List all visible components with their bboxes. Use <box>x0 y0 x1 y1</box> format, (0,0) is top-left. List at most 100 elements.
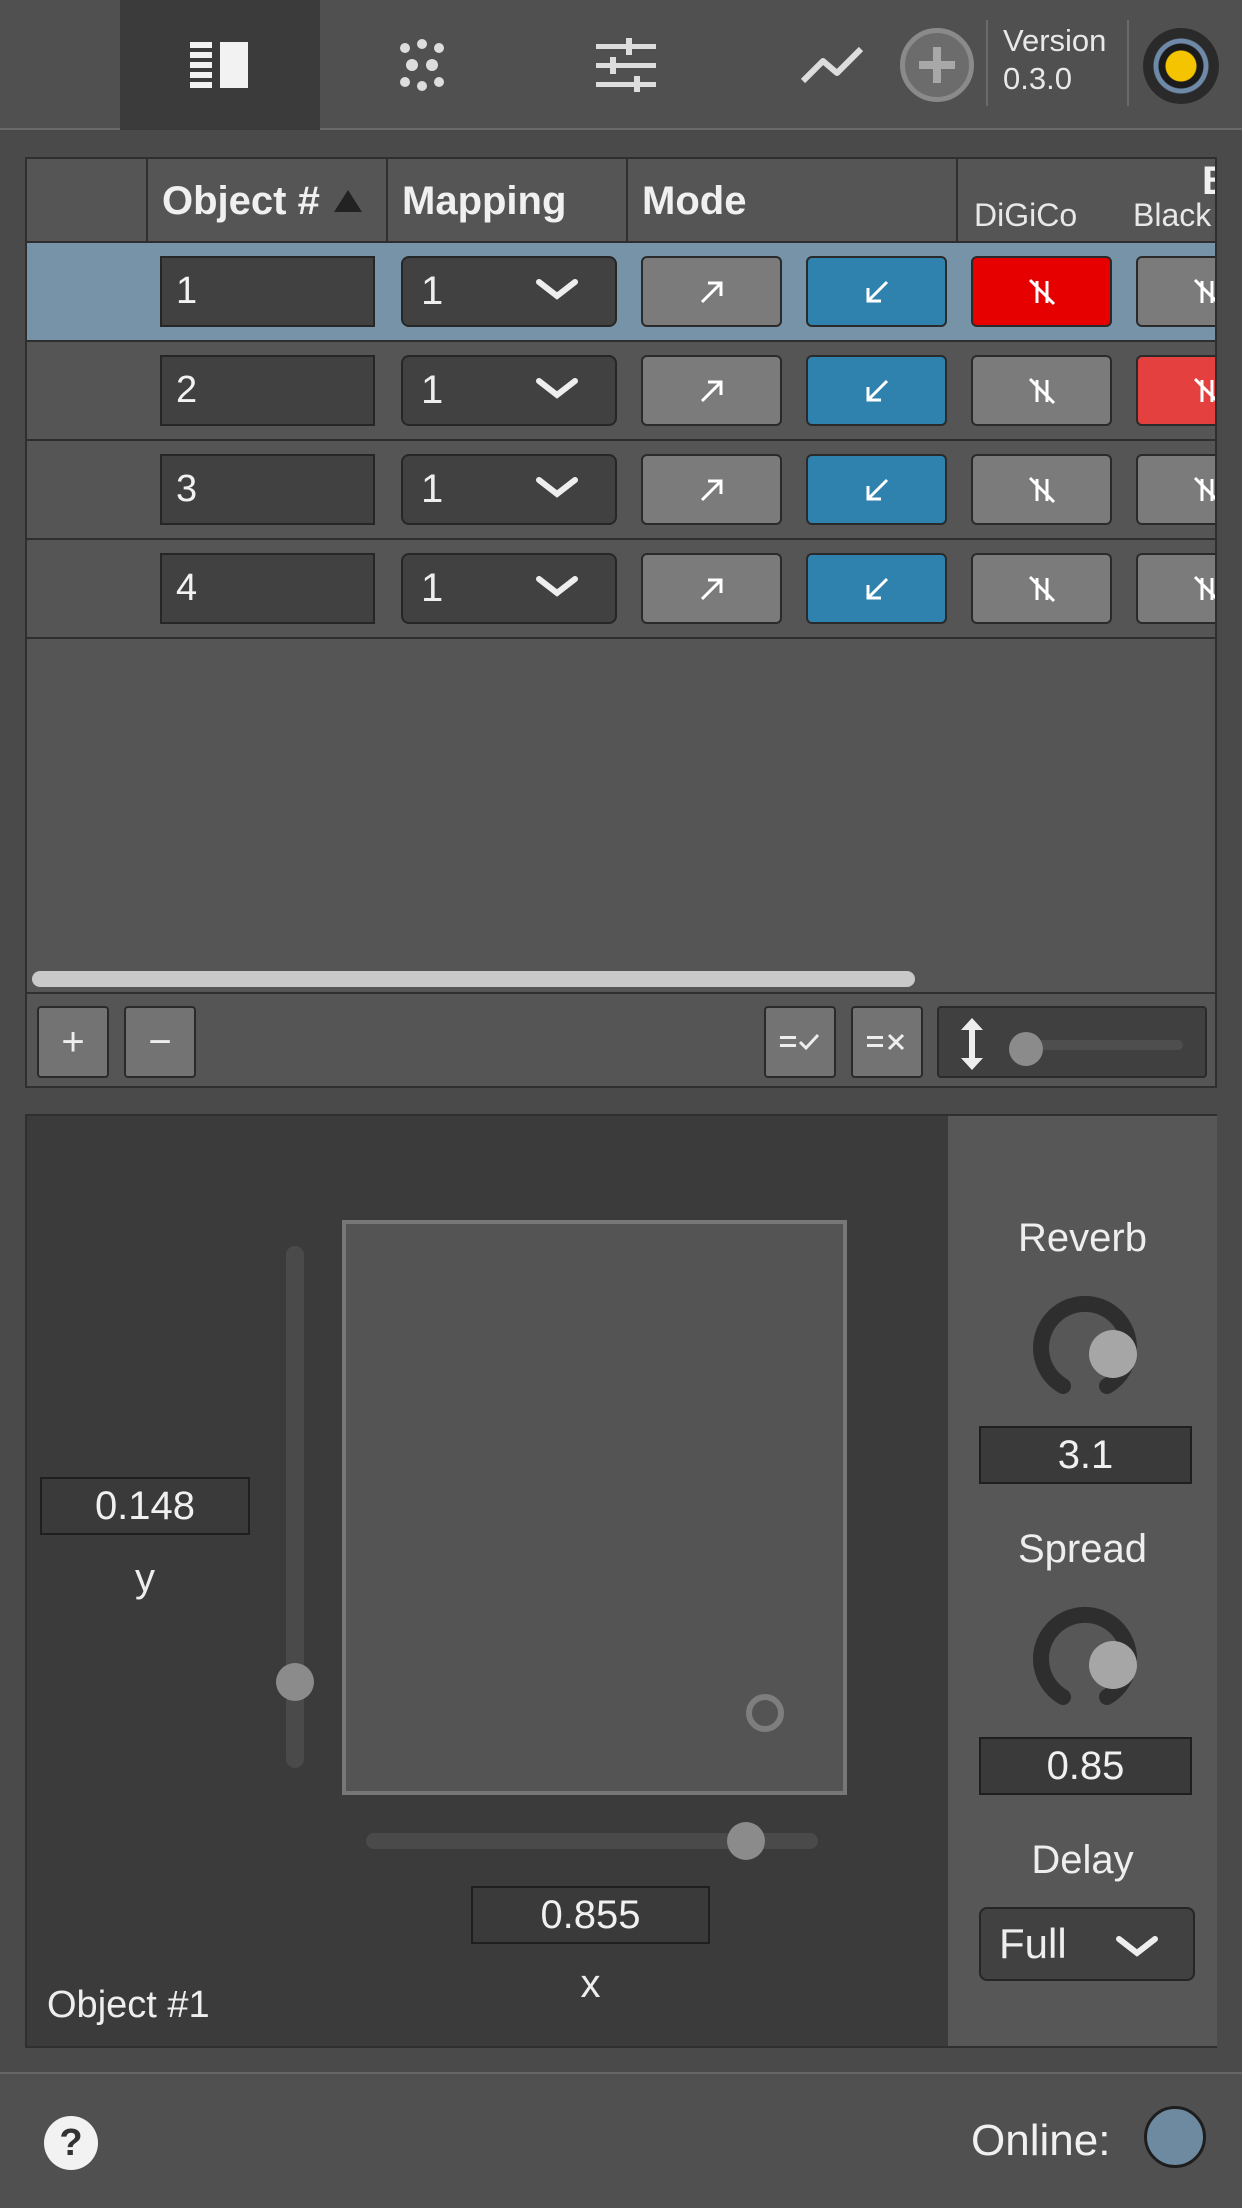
blacktrax-bridging-button[interactable] <box>1136 355 1215 426</box>
object-number-field[interactable]: 4 <box>160 553 375 624</box>
digico-bridging-button[interactable] <box>971 256 1112 327</box>
bridging-off-icon <box>1193 575 1215 600</box>
arrow-down-left-icon <box>866 577 888 599</box>
chevron-down-icon <box>536 279 578 300</box>
table-row[interactable]: 2 1 <box>27 342 1215 441</box>
table-row[interactable]: 4 1 <box>27 540 1215 639</box>
tab-mixer[interactable] <box>526 0 726 130</box>
spread-knob[interactable] <box>1021 1599 1145 1719</box>
mode-send-button[interactable] <box>641 454 782 525</box>
bridging-off-icon <box>1193 278 1215 303</box>
chevron-down-icon <box>536 477 578 498</box>
x-axis-label: x <box>580 1962 601 2006</box>
table-row[interactable]: 1 1 <box>27 243 1215 342</box>
table-footer: + − <box>27 992 1215 1086</box>
mode-receive-button[interactable] <box>806 454 947 525</box>
tab-multislider[interactable] <box>322 0 522 130</box>
slider-knob[interactable] <box>1009 1032 1043 1066</box>
digico-bridging-button[interactable] <box>971 454 1112 525</box>
plus-circle-icon <box>919 47 955 83</box>
top-toolbar: Version 0.3.0 <box>0 0 1242 130</box>
mode-send-button[interactable] <box>641 553 782 624</box>
tab-table[interactable] <box>120 0 320 130</box>
mapping-select[interactable]: 1 <box>401 553 617 624</box>
arrow-down-left-icon <box>866 280 888 302</box>
mode-send-button[interactable] <box>641 256 782 327</box>
digico-bridging-button[interactable] <box>971 355 1112 426</box>
bridging-off-icon <box>1193 476 1215 501</box>
table-view-icon <box>190 42 248 88</box>
object-number-field[interactable]: 2 <box>160 355 375 426</box>
delay-mode-select[interactable]: Full <box>979 1907 1195 1981</box>
column-header-mode-label: Mode <box>642 178 747 223</box>
blacktrax-bridging-button[interactable] <box>1136 256 1215 327</box>
mode-send-button[interactable] <box>641 355 782 426</box>
spread-value-field[interactable]: 0.85 <box>979 1737 1192 1795</box>
chevron-down-icon <box>536 378 578 399</box>
column-header-mode[interactable]: Mode <box>628 159 958 243</box>
arrow-up-right-icon <box>700 281 722 303</box>
help-button[interactable]: ? <box>44 2116 98 2170</box>
mapping-select[interactable]: 1 <box>401 454 617 525</box>
position-handle[interactable] <box>746 1694 784 1732</box>
online-status-button[interactable] <box>1144 2106 1206 2168</box>
horizontal-scrollbar[interactable] <box>32 971 915 987</box>
divider <box>986 20 988 106</box>
select-all-button[interactable] <box>764 1006 836 1078</box>
delay-label: Delay <box>1031 1838 1134 1882</box>
arrow-up-right-icon <box>700 380 722 402</box>
object-number-field[interactable]: 1 <box>160 256 375 327</box>
mapping-select[interactable]: 1 <box>401 256 617 327</box>
column-header-digico: DiGiCo <box>974 197 1078 233</box>
mode-receive-button[interactable] <box>806 553 947 624</box>
table-row[interactable]: 3 1 <box>27 441 1215 540</box>
multislider-icon <box>400 39 444 91</box>
mapping-select[interactable]: 1 <box>401 355 617 426</box>
mode-receive-button[interactable] <box>806 256 947 327</box>
column-header-blacktrax: Black <box>1133 197 1212 233</box>
x-value-field[interactable]: 0.855 <box>471 1886 710 1944</box>
object-number-field[interactable]: 3 <box>160 454 375 525</box>
blacktrax-bridging-button[interactable] <box>1136 454 1215 525</box>
app-logo[interactable] <box>1143 28 1219 104</box>
bridging-off-icon <box>1028 476 1055 503</box>
mapping-value: 1 <box>421 269 444 313</box>
x-slider-knob[interactable] <box>727 1822 765 1860</box>
online-label: Online: <box>971 2116 1111 2165</box>
bridging-off-icon <box>1028 278 1055 305</box>
row-height-slider[interactable] <box>937 1006 1207 1078</box>
sliders-icon <box>596 38 656 92</box>
bridging-off-icon <box>1028 575 1055 602</box>
xy-position-pad[interactable] <box>342 1220 847 1795</box>
mapping-value: 1 <box>421 467 444 511</box>
arrow-up-right-icon <box>700 479 722 501</box>
reverb-knob[interactable] <box>1021 1288 1145 1408</box>
add-row-button[interactable]: + <box>37 1006 109 1078</box>
divider <box>1127 20 1129 106</box>
remove-row-button[interactable]: − <box>124 1006 196 1078</box>
rotary-knob-icon <box>1033 1606 1137 1705</box>
mode-receive-button[interactable] <box>806 355 947 426</box>
arrow-down-left-icon <box>866 478 888 500</box>
column-header-empty <box>27 159 148 243</box>
digico-bridging-button[interactable] <box>971 553 1112 624</box>
version-info: Version 0.3.0 <box>1003 22 1106 98</box>
column-header-mapping-label: Mapping <box>402 178 567 223</box>
version-number: 0.3.0 <box>1003 61 1072 96</box>
blacktrax-bridging-button[interactable] <box>1136 553 1215 624</box>
object-name-label: Object #1 <box>47 1984 210 2026</box>
mapping-value: 1 <box>421 566 444 610</box>
reverb-value-field[interactable]: 3.1 <box>979 1426 1192 1484</box>
row-height-icon <box>961 1018 983 1070</box>
chevron-down-icon <box>536 576 578 597</box>
select-none-button[interactable] <box>851 1006 923 1078</box>
column-header-mapping[interactable]: Mapping <box>388 159 628 243</box>
column-header-object[interactable]: Object # <box>148 159 388 243</box>
delay-mode-value: Full <box>999 1920 1067 1967</box>
status-bar: ? Online: <box>0 2072 1242 2208</box>
bridging-off-icon <box>1028 377 1055 404</box>
arrow-down-left-icon <box>866 379 888 401</box>
y-slider-knob[interactable] <box>276 1663 314 1701</box>
y-value-field[interactable]: 0.148 <box>40 1477 250 1535</box>
add-button[interactable] <box>900 28 974 102</box>
